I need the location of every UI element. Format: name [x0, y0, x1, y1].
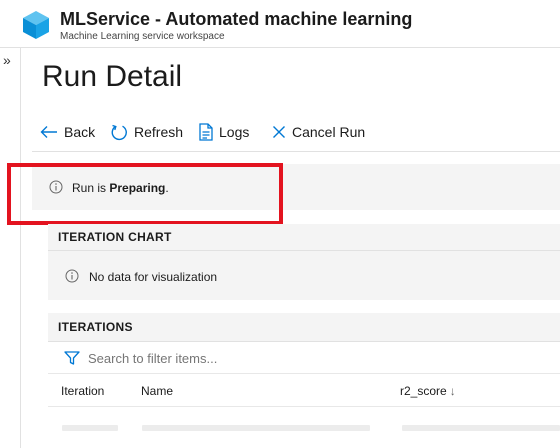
info-icon [49, 180, 63, 194]
refresh-icon [111, 124, 127, 141]
logs-button[interactable]: Logs [199, 120, 249, 144]
app-header: MLService - Automated machine learning M… [0, 0, 560, 48]
cancel-run-button[interactable]: Cancel Run [272, 120, 365, 144]
arrow-left-icon [40, 126, 57, 138]
iteration-chart-section: ITERATION CHART No data for visualizatio… [48, 224, 560, 300]
filter-icon [64, 351, 80, 365]
filter-input[interactable] [88, 348, 388, 368]
run-status-text: Run is Preparing. [72, 181, 169, 195]
double-chevron-right-icon[interactable]: » [3, 52, 11, 68]
refresh-label: Refresh [134, 124, 184, 140]
loading-placeholder [402, 425, 560, 431]
toolbar: Back Refresh Logs Cancel Run [32, 114, 560, 152]
r2-score-label: r2_score [400, 384, 447, 398]
table-loading-row [48, 407, 560, 448]
refresh-button[interactable]: Refresh [110, 120, 183, 144]
page-title: Run Detail [42, 60, 183, 93]
sort-descending-icon: ↓ [449, 384, 456, 398]
filter-bar [48, 341, 560, 373]
loading-placeholder [142, 425, 370, 431]
info-icon [65, 269, 79, 283]
status-value: Preparing [109, 181, 166, 195]
no-data-message: No data for visualization [89, 270, 218, 284]
column-header-r2-score[interactable]: r2_score ↓ [400, 384, 456, 398]
cube-icon [23, 11, 49, 39]
status-banner: Run is Preparing. [32, 164, 560, 210]
app-title: MLService - Automated machine learning [60, 9, 413, 29]
status-suffix: . [165, 181, 169, 195]
status-prefix: Run is [72, 181, 110, 195]
close-icon [273, 126, 285, 138]
document-icon [199, 123, 213, 141]
cancel-run-label: Cancel Run [292, 124, 366, 140]
logs-label: Logs [219, 124, 250, 140]
loading-placeholder [62, 425, 118, 431]
iteration-chart-body: No data for visualization [48, 250, 560, 300]
iterations-heading: ITERATIONS [58, 320, 133, 334]
app-subtitle: Machine Learning service workspace [60, 31, 225, 42]
back-button[interactable]: Back [40, 120, 95, 144]
column-header-iteration[interactable]: Iteration [61, 384, 104, 398]
left-rail: » [0, 48, 21, 448]
table-header: Iteration Name r2_score ↓ [48, 373, 560, 407]
iterations-section: ITERATIONS Iteration Name r2_score↓ [48, 313, 560, 448]
back-label: Back [64, 124, 96, 140]
iteration-chart-heading: ITERATION CHART [58, 230, 172, 244]
column-header-name[interactable]: Name [141, 384, 173, 398]
